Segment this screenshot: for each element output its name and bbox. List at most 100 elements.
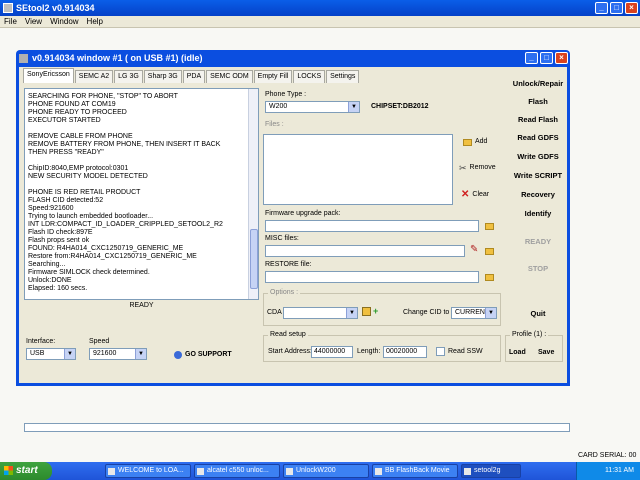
support-icon [174, 351, 182, 359]
flash-button[interactable]: Flash [509, 97, 567, 106]
menu-help[interactable]: Help [87, 16, 103, 27]
log-line: THEN PRESS "READY" [28, 149, 104, 156]
log-line: ChipID:8040,EMP protocol:0301 [28, 165, 129, 172]
taskbar-item-alcatel[interactable]: alcatel c550 unloc... [194, 464, 280, 478]
read-gdfs-button[interactable]: Read GDFS [509, 133, 567, 142]
change-cid-select[interactable]: CURRENT ▼ [451, 307, 497, 319]
log-line: Searching... [28, 261, 66, 268]
menu-window[interactable]: Window [50, 16, 78, 27]
speed-chevron-down-icon: ▼ [135, 349, 146, 359]
phone-type-select[interactable]: W200 ▼ [265, 101, 360, 113]
inner-minimize-icon[interactable]: _ [525, 52, 538, 64]
inner-window-body: SonyEricsson SEMC A2 LG 3G Sharp 3G PDA … [19, 67, 570, 432]
tab-semc-a2[interactable]: SEMC A2 [74, 70, 114, 83]
tab-pda[interactable]: PDA [182, 70, 206, 83]
tab-settings[interactable]: Settings [326, 70, 360, 83]
taskbar-item-unlockw200[interactable]: UnlockW200 [283, 464, 369, 478]
write-gdfs-button[interactable]: Write GDFS [509, 152, 567, 161]
options-label: Options : [268, 289, 301, 296]
minimize-icon[interactable]: _ [595, 2, 608, 14]
log-line: Flash props sent ok [28, 237, 90, 244]
green-plus-icon[interactable]: + [373, 306, 378, 316]
inner-close-icon[interactable]: × [555, 52, 568, 64]
change-cid-label: Change CID to [403, 309, 450, 316]
read-ssw-checkbox[interactable] [436, 347, 445, 356]
firmware-folder-icon[interactable] [485, 223, 494, 230]
add-cda-icon[interactable] [362, 307, 371, 316]
menu-file[interactable]: File [4, 16, 17, 27]
log-line: FOUND: R4HA014_CXC1250719_GENERIC_ME [28, 245, 184, 252]
windows-flag-icon [4, 466, 13, 475]
write-script-button[interactable]: Write SCRIPT [509, 171, 567, 180]
log-line: Flash ID check:897E [28, 229, 93, 236]
log-line: PHONE FOUND AT COM19 [28, 101, 116, 108]
restore-file-input[interactable] [265, 271, 479, 283]
firmware-input[interactable] [265, 220, 479, 232]
status-text: READY [129, 302, 154, 309]
cda-label: CDA [267, 309, 282, 316]
cda-select[interactable]: ▼ [283, 307, 358, 319]
log-line: Trying to launch embedded bootloader... [28, 213, 154, 220]
go-support-button[interactable]: GO SUPPORT [174, 350, 232, 360]
interface-select[interactable]: USB ▼ [26, 348, 76, 360]
log-line: INT LDR:COMPACT_ID_LOADER_CRIPPLED_SETOO… [28, 221, 223, 228]
length-input[interactable]: 00020000 [383, 346, 427, 358]
action-buttons: Unlock/Repair Flash Read Flash Read GDFS… [509, 67, 567, 383]
add-button[interactable]: Add [463, 137, 487, 147]
inner-maximize-icon[interactable]: □ [540, 52, 553, 64]
log-line: SEARCHING FOR PHONE, "STOP" TO ABORT [28, 93, 178, 100]
pencil-icon[interactable]: ✎ [470, 244, 478, 255]
tab-sharp-3g[interactable]: Sharp 3G [143, 70, 182, 83]
files-label: Files : [265, 121, 284, 128]
tab-semc-odm[interactable]: SEMC ODM [206, 70, 253, 83]
add-label: Add [475, 138, 488, 145]
recorder-icon [375, 468, 382, 475]
interface-value: USB [30, 350, 45, 357]
window-icon [19, 54, 28, 63]
log-line: REMOVE BATTERY FROM PHONE, THEN INSERT I… [28, 141, 221, 148]
tab-empty-fill[interactable]: Empty Fill [253, 70, 293, 83]
stop-button[interactable]: STOP [509, 264, 567, 273]
speed-value: 921600 [93, 350, 117, 357]
log-line: Firmware SIMLOCK check determined. [28, 269, 150, 276]
misc-folder-icon[interactable] [485, 248, 494, 255]
ie-icon [108, 468, 115, 475]
taskbar-item-welcome[interactable]: WELCOME to LOA... [105, 464, 191, 478]
misc-files-input[interactable] [265, 245, 465, 257]
progress-bar [24, 423, 570, 432]
tab-locks[interactable]: LOCKS [293, 70, 326, 83]
menu-view[interactable]: View [25, 16, 42, 27]
restore-folder-icon[interactable] [485, 274, 494, 281]
chipset-label: CHIPSET:DB2012 [371, 103, 429, 110]
inner-window: v0.914034 window #1 ( on USB #1) (idle) … [16, 50, 570, 432]
speed-select[interactable]: 921600 ▼ [89, 348, 147, 360]
start-address-label: Start Address: [268, 348, 312, 355]
tab-lg-3g[interactable]: LG 3G [114, 70, 143, 83]
log-line: EXECUTOR STARTED [28, 117, 101, 124]
recovery-button[interactable]: Recovery [509, 190, 567, 199]
ready-button[interactable]: READY [509, 237, 567, 246]
maximize-icon[interactable]: □ [610, 2, 623, 14]
quit-button[interactable]: Quit [509, 309, 567, 318]
log-output[interactable]: SEARCHING FOR PHONE, "STOP" TO ABORT PHON… [24, 88, 259, 300]
identify-button[interactable]: Identify [509, 209, 567, 218]
start-address-input[interactable]: 44000000 [311, 346, 353, 358]
taskbar-item-flashback[interactable]: BB FlashBack Movie [372, 464, 458, 478]
taskbar-item-setool2g[interactable]: setool2g [461, 464, 521, 478]
interface-label: Interface: [26, 338, 56, 345]
read-flash-button[interactable]: Read Flash [509, 115, 567, 124]
start-button[interactable]: start [0, 462, 52, 480]
log-line: FLASH CID detected:52 [28, 197, 104, 204]
log-line: Unlock:DONE [28, 277, 72, 284]
tab-sonyericsson[interactable]: SonyEricsson [23, 68, 74, 83]
clear-label: Clear [472, 191, 490, 198]
task-label: setool2g [474, 467, 501, 474]
remove-button[interactable]: ✂ Remove [459, 163, 496, 173]
length-label: Length: [357, 348, 381, 355]
files-list[interactable] [263, 134, 453, 205]
unlock-repair-button[interactable]: Unlock/Repair [509, 79, 567, 88]
clear-button[interactable]: ✕ Clear [461, 190, 489, 200]
log-scrollbar[interactable] [248, 89, 258, 299]
close-icon[interactable]: × [625, 2, 638, 14]
